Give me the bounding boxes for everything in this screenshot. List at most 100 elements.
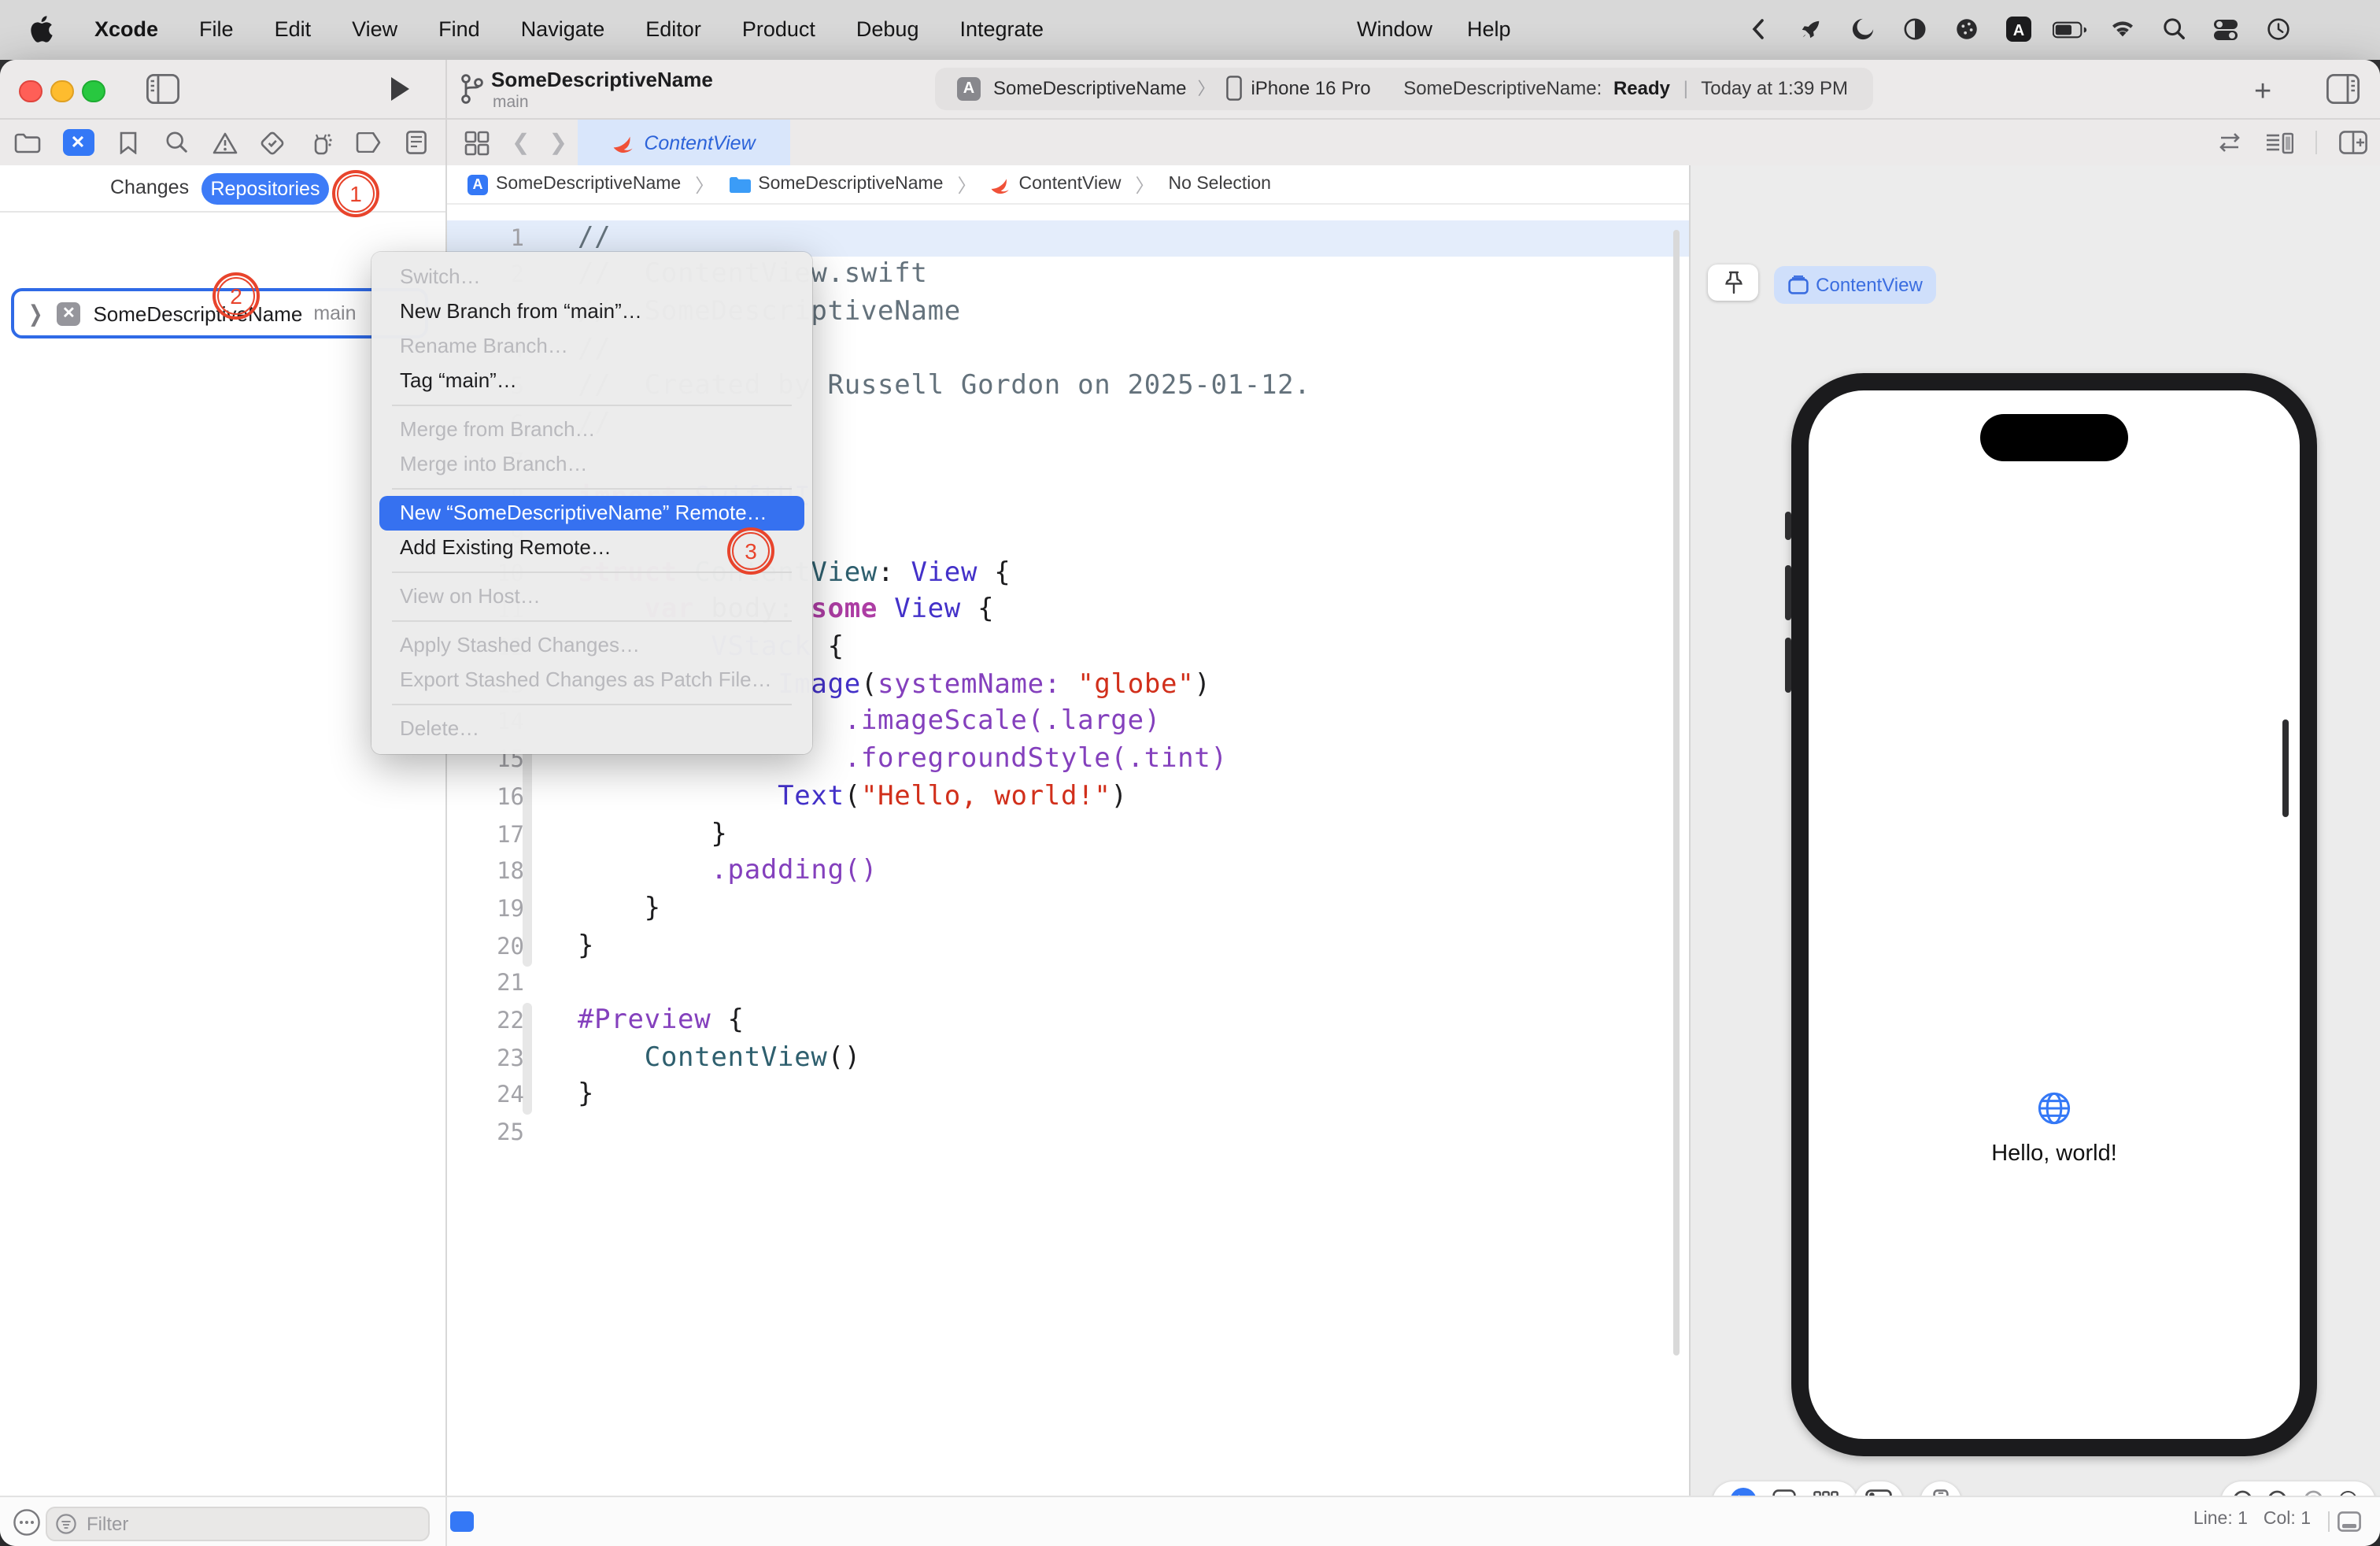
macos-menu-bar: XcodeFileEditViewFindNavigateEditorProdu… (0, 0, 2380, 59)
segment-repositories[interactable]: Repositories (201, 172, 329, 204)
menu-item: Merge into Branch… (379, 447, 804, 482)
editor-only-layout-icon[interactable] (2338, 1511, 2361, 1532)
clock-icon[interactable] (2260, 14, 2295, 46)
control-center-icon[interactable] (2208, 14, 2243, 46)
iphone-preview-device[interactable]: Hello, world! (1791, 373, 2317, 1456)
editor-scrollbar[interactable] (1672, 229, 1679, 1355)
breadcrumb-item[interactable]: SomeDescriptiveName (728, 175, 943, 194)
test-navigator-icon[interactable] (259, 129, 286, 156)
scheme-name[interactable]: SomeDescriptiveName (993, 77, 1186, 99)
chevron-left-icon[interactable] (1741, 14, 1776, 46)
menu-window[interactable]: Window (1357, 18, 1432, 42)
find-navigator-icon[interactable] (163, 129, 190, 156)
segment-changes[interactable]: Changes (110, 176, 189, 198)
menu-item: View on Host… (379, 579, 804, 614)
bookmark-navigator-icon[interactable] (115, 129, 142, 156)
code-line[interactable]: 16 Text("Hello, world!") (445, 779, 1688, 816)
minimap-icon[interactable] (2265, 131, 2293, 153)
code-line[interactable]: 19 } (445, 891, 1688, 928)
menu-view[interactable]: View (331, 18, 418, 42)
menu-editor[interactable]: Editor (625, 18, 722, 42)
divider (2315, 131, 2317, 154)
filter-field[interactable]: Filter (46, 1506, 430, 1540)
menu-file[interactable]: File (179, 18, 254, 42)
library-add-button[interactable]: + (2254, 75, 2271, 109)
scheme-device-status-bar[interactable]: A SomeDescriptiveName 〉 iPhone 16 Pro So… (935, 67, 1873, 109)
code-line[interactable]: 21 (445, 966, 1688, 1003)
filter-options-icon[interactable] (13, 1508, 41, 1537)
pin-preview-button[interactable] (1708, 264, 1758, 301)
preview-canvas: ContentView Hello, world! (1689, 165, 2380, 1496)
wifi-icon[interactable] (2105, 14, 2139, 46)
sphere-icon[interactable] (1949, 14, 1983, 46)
navigator-tab-strip: ✕ (0, 120, 458, 165)
report-navigator-icon[interactable] (403, 129, 430, 156)
volume-up-button (1785, 565, 1791, 620)
history-navigation: ❮❯ (512, 129, 567, 156)
issue-navigator-icon[interactable] (211, 129, 238, 156)
editor-tab-bar: ❮❯ ContentView (445, 120, 1687, 165)
minimize-window-button[interactable] (50, 80, 73, 102)
menu-find[interactable]: Find (418, 18, 501, 42)
run-destination[interactable]: iPhone 16 Pro (1251, 77, 1370, 99)
menu-product[interactable]: Product (722, 18, 836, 42)
code-line[interactable]: 17 } (445, 816, 1688, 853)
menu-item[interactable]: New Branch from “main”… (379, 294, 804, 329)
breadcrumb-item[interactable]: No Selection (1169, 175, 1271, 194)
breakpoint-navigator-icon[interactable] (355, 129, 382, 156)
code-line[interactable]: 24} (445, 1078, 1688, 1115)
contrast-icon[interactable] (1897, 14, 1931, 46)
menu-item: Delete… (379, 712, 804, 746)
menu-bar-menus: XcodeFileEditViewFindNavigateEditorProdu… (85, 18, 1064, 42)
menu-bar-right-menus: Window Help (1357, 0, 1511, 59)
swap-editor-icon[interactable] (2216, 132, 2243, 153)
project-icon: A (468, 174, 488, 194)
battery-icon[interactable] (2053, 14, 2087, 46)
menu-debug[interactable]: Debug (836, 18, 940, 42)
add-editor-icon[interactable] (2339, 131, 2367, 154)
tab-overview-icon[interactable] (464, 130, 490, 155)
rocket-icon[interactable] (1793, 14, 1828, 46)
menu-xcode[interactable]: Xcode (85, 18, 179, 42)
repository-branch: main (313, 302, 356, 324)
cursor-position: Line: 1Col: 1 (2193, 1510, 2311, 1529)
changes-indicator-icon[interactable] (450, 1511, 474, 1532)
menu-item[interactable]: Tag “main”… (379, 364, 804, 398)
code-line[interactable]: 25 (445, 1115, 1688, 1152)
breadcrumb-item[interactable]: ContentView (991, 174, 1122, 194)
code-line[interactable]: 23 ContentView() (445, 1040, 1688, 1077)
close-window-button[interactable] (19, 80, 42, 102)
code-line[interactable]: 20} (445, 928, 1688, 965)
zoom-window-button[interactable] (82, 80, 105, 102)
jump-bar: ASomeDescriptiveName〉SomeDescriptiveName… (445, 165, 1688, 205)
spotlight-icon[interactable] (2156, 14, 2191, 46)
menu-navigate[interactable]: Navigate (501, 18, 626, 42)
tab-contentview[interactable]: ContentView (578, 120, 790, 165)
pin-icon (1723, 271, 1743, 294)
menu-integrate[interactable]: Integrate (940, 18, 1065, 42)
menu-item[interactable]: New “SomeDescriptiveName” Remote… (379, 496, 804, 531)
go-forward-icon[interactable]: ❯ (549, 129, 567, 156)
debug-navigator-icon[interactable] (307, 129, 334, 156)
toggle-navigator-icon[interactable] (146, 73, 179, 103)
go-back-icon[interactable]: ❮ (512, 129, 530, 156)
line-number: 20 (445, 930, 524, 967)
menu-item: Rename Branch… (379, 329, 804, 364)
code-line[interactable]: 22#Preview { (445, 1003, 1688, 1040)
preview-tab-contentview[interactable]: ContentView (1774, 265, 1936, 303)
menu-item: Export Stashed Changes as Patch File… (379, 663, 804, 697)
keyboard-input-icon[interactable]: A (2001, 14, 2035, 46)
menu-edit[interactable]: Edit (254, 18, 332, 42)
moon-icon[interactable] (1845, 14, 1879, 46)
menu-help[interactable]: Help (1467, 18, 1511, 42)
code-line[interactable]: 18 .padding() (445, 853, 1688, 890)
apple-menu-icon[interactable] (30, 17, 54, 43)
window-subtitle-branch: main (493, 92, 529, 111)
disclosure-chevron-icon[interactable]: ❯ (28, 300, 42, 327)
editor-bar-controls (2216, 120, 2367, 165)
source-control-navigator-icon-selected[interactable]: ✕ (62, 129, 94, 156)
toggle-inspector-icon[interactable] (2326, 73, 2360, 103)
project-navigator-icon[interactable] (14, 129, 41, 156)
run-button[interactable] (389, 75, 411, 102)
breadcrumb-item[interactable]: ASomeDescriptiveName (468, 174, 681, 194)
